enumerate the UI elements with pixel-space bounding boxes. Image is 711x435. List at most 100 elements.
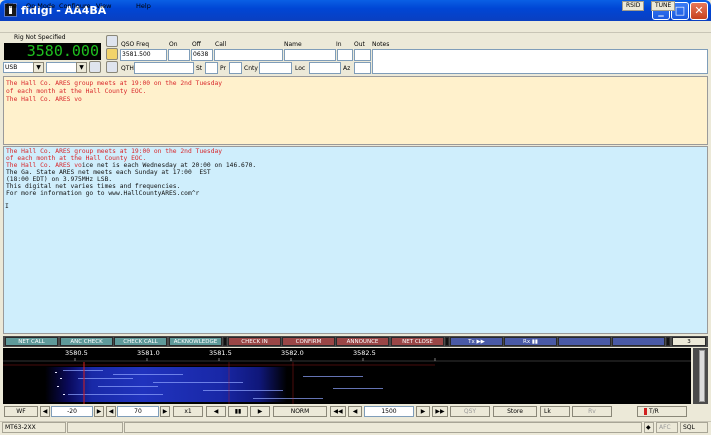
rx-text-pane[interactable]: The Hall Co. ARES group meets at 19:00 o… — [3, 76, 708, 145]
macro-announce[interactable]: ANNOUNCE — [336, 337, 389, 346]
loc-label: Loc — [295, 65, 306, 72]
macro-set-button[interactable]: 3 — [672, 337, 706, 346]
scroll-right-button[interactable]: ▶ — [250, 406, 270, 417]
tx-sent-fragment: The Hall Co. ARES vo — [6, 162, 82, 169]
tx-pending-line: This digital net varies times and freque… — [6, 183, 181, 190]
reflevel-decrease-button[interactable]: ◀ — [40, 406, 50, 417]
fast-rewind-button[interactable]: ◀◀ — [330, 406, 346, 417]
menu-configure[interactable]: Configure — [59, 2, 91, 10]
tx-pending-line: The Ga. State ARES net meets each Sunday… — [6, 169, 211, 176]
freq-increase-button[interactable]: ▶ — [416, 406, 430, 417]
rx-line: of each month at the Hall County EOC. — [6, 88, 147, 95]
afc-toggle[interactable]: AFC — [656, 422, 678, 433]
notch-icon[interactable] — [89, 61, 101, 73]
macro-confirm[interactable]: CONFIRM — [282, 337, 335, 346]
zoom-button[interactable]: x1 — [173, 406, 203, 417]
close-button[interactable]: ✕ — [690, 2, 708, 20]
reflevel-field[interactable]: -20 — [51, 406, 93, 417]
status-message — [124, 422, 642, 433]
call-field[interactable] — [214, 49, 283, 61]
qth-label: QTH — [121, 65, 134, 72]
scale-label: 3581.5 — [209, 349, 232, 357]
chevron-down-icon[interactable]: ▼ — [33, 62, 44, 73]
mode-status[interactable]: MT63-2XX — [2, 422, 66, 433]
ampspan-field[interactable]: 70 — [117, 406, 159, 417]
azimuth-field[interactable] — [354, 62, 371, 74]
menu-file[interactable]: File — [6, 2, 17, 10]
qth-field[interactable] — [134, 62, 194, 74]
time-on-field[interactable] — [168, 49, 190, 61]
waterfall[interactable] — [3, 348, 691, 404]
st-label: St — [196, 65, 203, 72]
tx-pending-fragment: ice net is each Wednesday at 20:00 on 14… — [81, 162, 257, 169]
menu-op-mode[interactable]: Op Mode — [26, 2, 55, 10]
time-off-field[interactable]: 0638 — [191, 49, 213, 61]
tune-button[interactable]: TUNE — [651, 1, 676, 11]
pencil-icon[interactable] — [106, 48, 118, 60]
audio-freq-field[interactable]: 1500 — [364, 406, 414, 417]
scale-label: 3580.5 — [65, 349, 88, 357]
off-label: Off — [192, 41, 201, 48]
scale-label: 3582.0 — [281, 349, 304, 357]
lock-toggle[interactable]: Lk — [540, 406, 570, 417]
chevron-down-icon[interactable]: ▼ — [76, 62, 87, 73]
state-field[interactable] — [205, 62, 218, 74]
tx-text-pane[interactable]: The Hall Co. ARES group meets at 19:00 o… — [3, 146, 708, 334]
scale-label: 3582.5 — [353, 349, 376, 357]
notes-field[interactable] — [372, 49, 708, 74]
waterfall-graphic — [3, 348, 691, 404]
on-label: On — [169, 41, 178, 48]
cnty-label: Cnty — [244, 65, 258, 72]
macro-check-in[interactable]: CHECK IN — [228, 337, 281, 346]
name-field[interactable] — [284, 49, 336, 61]
tx-pending-line: (18:00 EDT) on 3.975MHz LSB. — [6, 176, 113, 183]
macro-net-close[interactable]: NET CLOSE — [391, 337, 444, 346]
rig-icon[interactable] — [106, 35, 118, 47]
rsid-button[interactable]: RSID — [622, 1, 645, 11]
macro-check-call[interactable]: CHECK CALL — [114, 337, 167, 346]
qsy-button[interactable]: QSY — [450, 406, 490, 417]
menu-help[interactable]: Help — [136, 2, 151, 10]
province-field[interactable] — [229, 62, 242, 74]
macro-tx[interactable]: Tx ▶▶ — [450, 337, 503, 346]
az-label: Az — [343, 65, 351, 72]
tr-toggle[interactable]: T/R — [637, 406, 687, 417]
name-label: Name — [284, 41, 302, 48]
wf-mode-button[interactable]: WF — [4, 406, 38, 417]
reverse-toggle[interactable]: Rv — [572, 406, 612, 417]
rst-in-field[interactable] — [337, 49, 353, 61]
macro-empty[interactable] — [612, 337, 665, 346]
macro-acknowledge[interactable]: ACKNOWLEDGE — [169, 337, 222, 346]
call-label: Call — [215, 41, 227, 48]
country-field[interactable] — [259, 62, 292, 74]
macro-net-call[interactable]: NET CALL — [5, 337, 58, 346]
squelch-slider-knob[interactable] — [699, 350, 705, 402]
store-button[interactable]: Store — [493, 406, 537, 417]
ampspan-increase-button[interactable]: ▶ — [160, 406, 170, 417]
macro-rx[interactable]: Rx ▮▮ — [504, 337, 557, 346]
refresh-icon[interactable] — [106, 61, 118, 73]
reflevel-increase-button[interactable]: ▶ — [94, 406, 104, 417]
notes-label: Notes — [372, 41, 390, 48]
qso-freq-label: QSO Freq — [121, 41, 150, 48]
menu-view[interactable]: View — [96, 2, 111, 10]
locator-field[interactable] — [309, 62, 341, 74]
qso-freq-field[interactable]: 3581.500 — [120, 49, 167, 61]
frequency-display[interactable]: 3580.000 — [4, 43, 101, 60]
tr-indicator — [644, 408, 647, 415]
freq-decrease-button[interactable]: ◀ — [348, 406, 362, 417]
fast-forward-button[interactable]: ▶▶ — [432, 406, 448, 417]
macro-divider — [223, 337, 227, 346]
pause-button[interactable]: ▮▮ — [228, 406, 248, 417]
scale-label: 3581.0 — [137, 349, 160, 357]
menu-bar — [0, 21, 711, 33]
rst-out-field[interactable] — [354, 49, 371, 61]
macro-divider — [445, 337, 449, 346]
ampspan-decrease-button[interactable]: ◀ — [106, 406, 116, 417]
diamond-icon: ◆ — [644, 422, 654, 433]
macro-anc-check[interactable]: ANC CHECK — [60, 337, 113, 346]
macro-empty[interactable] — [558, 337, 611, 346]
scroll-left-button[interactable]: ◀ — [206, 406, 226, 417]
speed-button[interactable]: NORM — [273, 406, 327, 417]
sql-toggle[interactable]: SQL — [680, 422, 708, 433]
